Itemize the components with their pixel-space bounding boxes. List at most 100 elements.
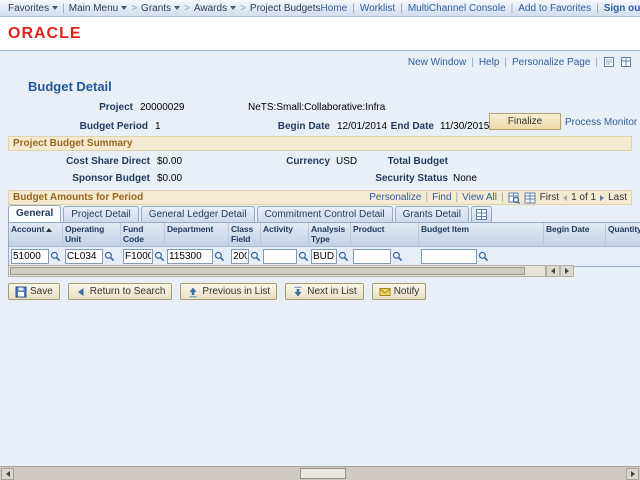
left-arrow-icon — [551, 268, 555, 274]
operating-unit-cell — [63, 247, 121, 266]
window-horizontal-scrollbar[interactable] — [0, 466, 640, 480]
page-utility-bar: New Window | Help | Personalize Page | — [408, 56, 632, 68]
cost-share-direct-label: Cost Share Direct — [8, 156, 150, 167]
product-cell — [351, 247, 419, 266]
grid-scrollbar-track[interactable] — [8, 265, 546, 277]
tab-project-detail[interactable]: Project Detail — [63, 206, 138, 222]
sign-out-link[interactable]: Sign out — [604, 3, 640, 14]
separator: | — [596, 3, 599, 14]
return-to-search-button[interactable]: Return to Search — [68, 283, 173, 300]
project-id: 20000029 — [140, 102, 185, 113]
last-link[interactable]: Last — [608, 191, 627, 204]
grid-scrollbar-thumb[interactable] — [10, 267, 525, 275]
col-header-class-field: Class Field — [229, 223, 261, 246]
scroll-right-button[interactable] — [626, 468, 639, 480]
breadcrumb-favorites[interactable]: Favorites — [8, 3, 58, 14]
tab-general[interactable]: General — [8, 205, 61, 222]
previous-in-list-button[interactable]: Previous in List — [180, 283, 277, 300]
analysis-type-input[interactable] — [311, 249, 337, 264]
button-label: Next in List — [307, 286, 356, 297]
breadcrumb-grants[interactable]: Grants — [141, 3, 180, 14]
class-field-lookup-icon[interactable] — [250, 251, 261, 262]
col-label: Quantity — [608, 224, 640, 234]
dropdown-arrow-icon — [230, 6, 236, 10]
worklist-link[interactable]: Worklist — [360, 3, 395, 14]
page-layout-icon[interactable] — [620, 56, 632, 68]
first-link[interactable]: First — [540, 191, 559, 204]
activity-lookup-icon[interactable] — [298, 251, 309, 262]
tab-grants-detail[interactable]: Grants Detail — [395, 206, 469, 222]
account-cell — [9, 247, 63, 266]
department-input[interactable] — [167, 249, 213, 264]
scrollbar-thumb[interactable] — [300, 468, 346, 479]
finalize-button[interactable]: Finalize — [489, 113, 561, 130]
zoom-grid-icon[interactable] — [508, 192, 520, 204]
end-date-label: End Date — [352, 121, 434, 132]
separator: | — [425, 191, 428, 204]
grid-scroll-left-button[interactable] — [546, 265, 560, 277]
product-input[interactable] — [353, 249, 391, 264]
save-icon — [15, 286, 27, 298]
home-link[interactable]: Home — [321, 3, 348, 14]
tab-commitment-control-detail[interactable]: Commitment Control Detail — [257, 206, 393, 222]
analysis-type-lookup-icon[interactable] — [338, 251, 349, 262]
col-header-operating-unit: Operating Unit — [63, 223, 121, 246]
activity-input[interactable] — [263, 249, 297, 264]
account-input[interactable] — [11, 249, 49, 264]
scroll-left-button[interactable] — [1, 468, 14, 480]
process-monitor-link[interactable]: Process Monitor — [565, 117, 637, 128]
account-lookup-icon[interactable] — [50, 251, 61, 262]
fund-code-lookup-icon[interactable] — [154, 251, 165, 262]
col-label: Budget Item — [421, 224, 469, 234]
view-all-link[interactable]: View All — [462, 191, 497, 204]
col-label: Operating Unit — [65, 224, 104, 244]
begin-date-cell — [544, 247, 606, 266]
personalize-link[interactable]: Personalize — [369, 191, 421, 204]
button-label: Save — [30, 286, 53, 297]
col-header-account[interactable]: Account — [9, 223, 63, 246]
button-label: Notify — [394, 286, 420, 297]
next-row-icon[interactable] — [600, 195, 604, 201]
help-link[interactable]: Help — [479, 57, 500, 68]
row-counter: 1 of 1 — [571, 191, 596, 204]
tab-general-ledger-detail[interactable]: General Ledger Detail — [141, 206, 255, 222]
breadcrumb-awards[interactable]: Awards — [194, 3, 236, 14]
find-link[interactable]: Find — [432, 191, 451, 204]
separator: > — [131, 3, 137, 14]
personalize-page-link[interactable]: Personalize Page — [512, 57, 590, 68]
separator: | — [501, 191, 504, 204]
col-header-begin-date: Begin Date — [544, 223, 606, 246]
download-icon[interactable] — [524, 192, 536, 204]
show-all-columns-tab[interactable] — [471, 206, 492, 222]
operating-unit-lookup-icon[interactable] — [104, 251, 115, 262]
new-window-link[interactable]: New Window — [408, 57, 466, 68]
separator: | — [595, 57, 598, 68]
col-label: Begin Date — [546, 224, 589, 234]
logo-bar: ORACLE — [0, 17, 640, 51]
class-field-input[interactable] — [231, 249, 249, 264]
button-label: Return to Search — [90, 286, 166, 297]
breadcrumb-label: Main Menu — [69, 3, 118, 14]
add-to-favorites-link[interactable]: Add to Favorites — [518, 3, 591, 14]
begin-date-label: Begin Date — [240, 121, 330, 132]
oracle-logo: ORACLE — [8, 25, 82, 43]
budget-item-input[interactable] — [421, 249, 477, 264]
multichannel-console-link[interactable]: MultiChannel Console — [408, 3, 506, 14]
product-lookup-icon[interactable] — [392, 251, 403, 262]
project-label: Project — [8, 102, 133, 113]
next-in-list-button[interactable]: Next in List — [285, 283, 363, 300]
grid-toolbar: Personalize | Find | View All | First 1 … — [369, 191, 627, 204]
department-lookup-icon[interactable] — [214, 251, 225, 262]
grid-scroll-right-button[interactable] — [560, 265, 574, 277]
fund-code-cell — [121, 247, 165, 266]
budget-item-lookup-icon[interactable] — [478, 251, 489, 262]
notify-button[interactable]: Notify — [372, 283, 427, 300]
fund-code-input[interactable] — [123, 249, 153, 264]
grid-data-row — [9, 247, 640, 266]
notify-icon — [379, 286, 391, 298]
breadcrumb-main-menu[interactable]: Main Menu — [69, 3, 127, 14]
operating-unit-input[interactable] — [65, 249, 103, 264]
cost-share-direct-value: $0.00 — [157, 156, 182, 167]
save-button[interactable]: Save — [8, 283, 60, 300]
copy-url-icon[interactable] — [603, 56, 615, 68]
